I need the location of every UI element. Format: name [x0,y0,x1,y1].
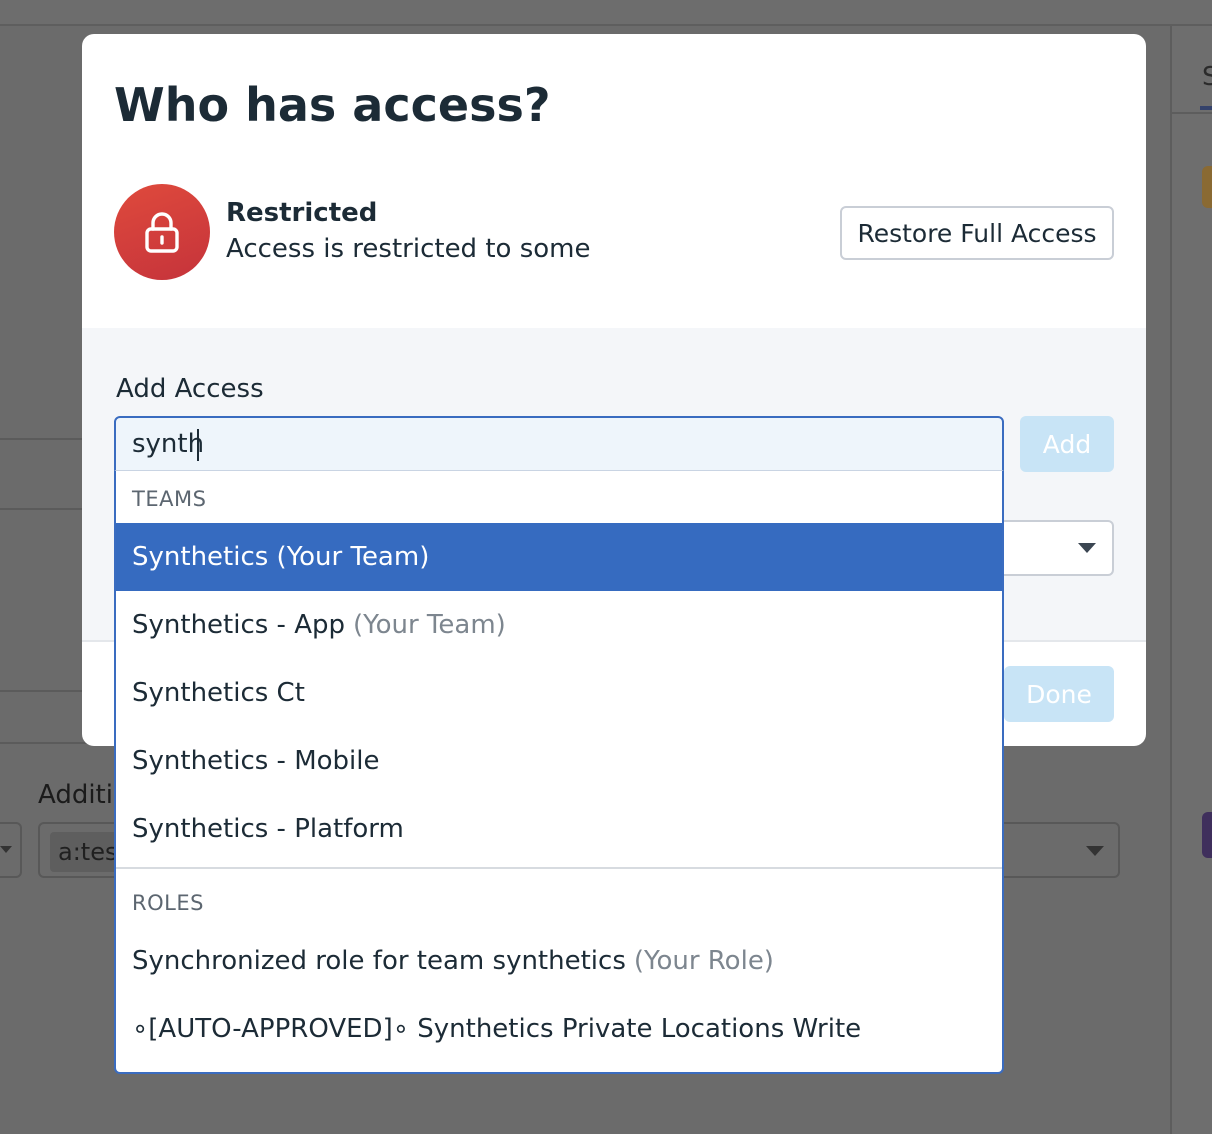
status-title: Restricted [226,198,378,228]
option-synthetics-platform[interactable]: Synthetics - Platform [116,795,1002,863]
option-label: Synthetics - App [132,610,346,640]
option-label: Synthetics (Your Team) [132,542,430,572]
background-topbar [0,0,1212,26]
search-results-dropdown: TEAMS Synthetics (Your Team) Synthetics … [114,470,1004,1074]
background-tab-underline [1200,106,1212,110]
background-tab: S [1202,62,1212,92]
chevron-down-icon [1086,846,1104,856]
background-divider [1172,112,1212,114]
option-synthetics-your-team[interactable]: Synthetics (Your Team) [116,523,1002,591]
done-button[interactable]: Done [1004,666,1114,722]
option-label: ∘[AUTO-APPROVED]∘ Synthetics Private Loc… [132,1014,862,1044]
add-access-search-input[interactable] [114,416,1004,472]
chevron-down-icon [0,846,12,853]
group-header-teams: TEAMS [132,487,207,511]
group-header-roles: ROLES [132,891,204,915]
option-suffix: (Your Role) [633,946,774,976]
option-label: Synchronized role for team synthetics [132,946,626,976]
chevron-down-icon [1078,543,1096,553]
background-chip [1202,812,1212,858]
add-button[interactable]: Add [1020,416,1114,472]
option-auto-approved-private-locations-write[interactable]: ∘[AUTO-APPROVED]∘ Synthetics Private Loc… [116,995,1002,1063]
option-label: Synthetics - Platform [132,814,404,844]
background-additional-label: Additi [38,780,113,810]
restore-full-access-button[interactable]: Restore Full Access [840,206,1114,260]
option-label: Synthetics - Mobile [132,746,380,776]
modal-title: Who has access? [114,78,551,132]
text-cursor [197,429,199,461]
status-description: Access is restricted to some [226,234,591,264]
option-synchronized-role[interactable]: Synchronized role for team synthetics (Y… [116,927,1002,995]
option-label: Synthetics Ct [132,678,305,708]
option-synthetics-ct[interactable]: Synthetics Ct [116,659,1002,727]
restricted-status-badge [114,184,210,280]
lock-icon [145,212,179,253]
option-synthetics-mobile[interactable]: Synthetics - Mobile [116,727,1002,795]
option-suffix: (Your Team) [353,610,506,640]
option-synthetics-app[interactable]: Synthetics - App (Your Team) [116,591,1002,659]
add-access-label: Add Access [116,374,264,404]
background-chip [1202,166,1212,208]
